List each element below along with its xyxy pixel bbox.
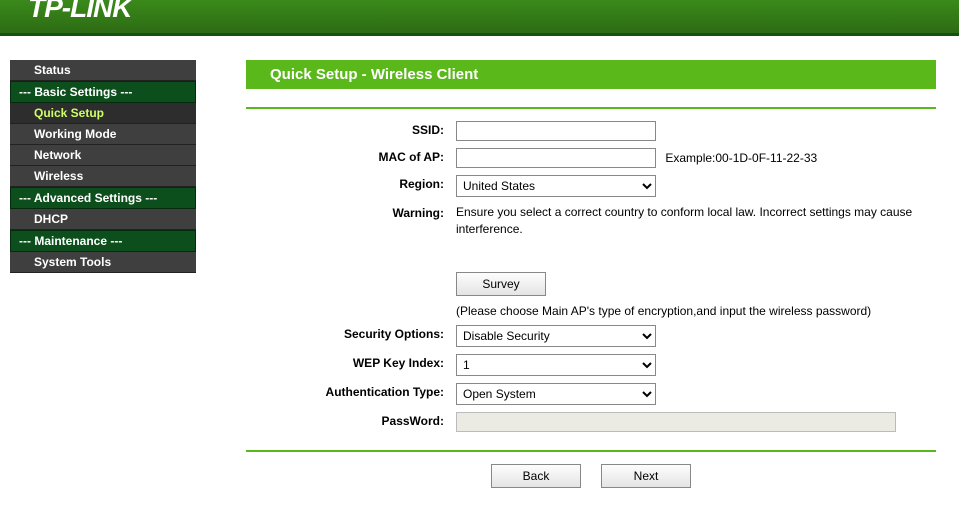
mac-label: MAC of AP: (246, 148, 456, 164)
auth-select[interactable]: Open System (456, 383, 656, 405)
sidebar-header-basic: --- Basic Settings --- (10, 81, 196, 103)
region-label: Region: (246, 175, 456, 191)
sidebar-header-advanced: --- Advanced Settings --- (10, 187, 196, 209)
security-label: Security Options: (246, 325, 456, 341)
sidebar-item-working-mode[interactable]: Working Mode (10, 124, 196, 145)
back-button[interactable]: Back (491, 464, 581, 488)
sidebar-item-status[interactable]: Status (10, 60, 196, 81)
sidebar-item-quick-setup[interactable]: Quick Setup (10, 103, 196, 124)
brand-logo: TP-LINK (0, 0, 959, 24)
header-banner: TP-LINK (0, 0, 959, 36)
warning-text: Ensure you select a correct country to c… (456, 204, 936, 238)
auth-label: Authentication Type: (246, 383, 456, 399)
divider-bottom (246, 450, 936, 452)
region-select[interactable]: United States (456, 175, 656, 197)
sidebar-item-network[interactable]: Network (10, 145, 196, 166)
security-select[interactable]: Disable Security (456, 325, 656, 347)
ssid-input[interactable] (456, 121, 656, 141)
sidebar-header-maintenance: --- Maintenance --- (10, 230, 196, 252)
sidebar-item-wireless[interactable]: Wireless (10, 166, 196, 187)
ssid-label: SSID: (246, 121, 456, 137)
mac-example: Example:00-1D-0F-11-22-33 (665, 151, 817, 165)
sidebar-item-dhcp[interactable]: DHCP (10, 209, 196, 230)
mac-input[interactable] (456, 148, 656, 168)
next-button[interactable]: Next (601, 464, 691, 488)
sidebar: Status --- Basic Settings --- Quick Setu… (10, 60, 196, 488)
wep-label: WEP Key Index: (246, 354, 456, 370)
warning-label: Warning: (246, 204, 456, 220)
page-title: Quick Setup - Wireless Client (246, 60, 936, 89)
divider-top (246, 107, 936, 109)
survey-note: (Please choose Main AP's type of encrypt… (456, 304, 936, 318)
wep-select[interactable]: 1 (456, 354, 656, 376)
password-label: PassWord: (246, 412, 456, 428)
content-panel: Quick Setup - Wireless Client SSID: MAC … (196, 60, 956, 488)
sidebar-item-system-tools[interactable]: System Tools (10, 252, 196, 273)
survey-button[interactable]: Survey (456, 272, 546, 296)
password-input (456, 412, 896, 432)
